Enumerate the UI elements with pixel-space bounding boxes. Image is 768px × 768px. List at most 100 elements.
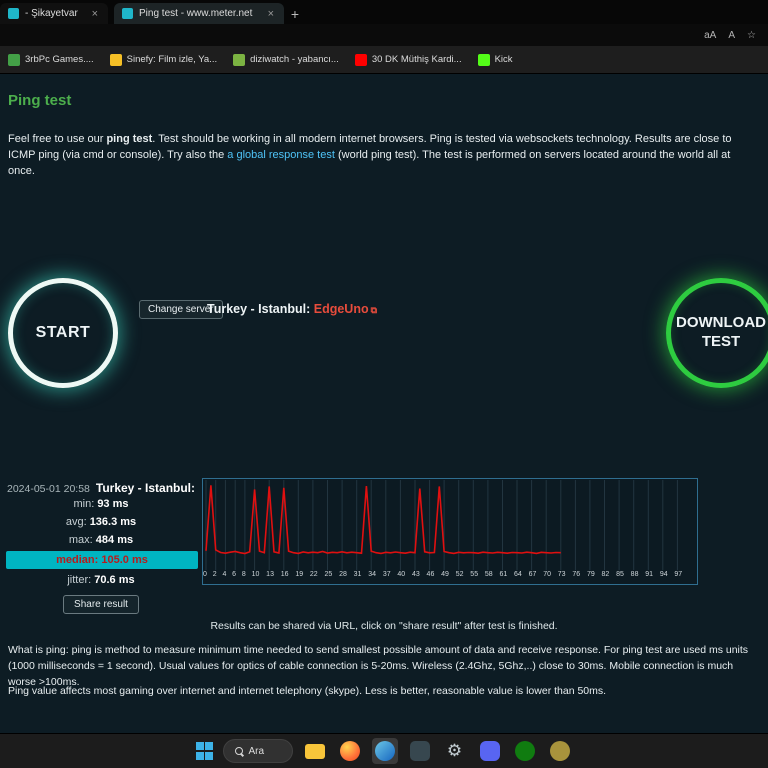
settings-icon[interactable]: ⚙ bbox=[442, 738, 468, 764]
external-link-icon: ⧉ bbox=[370, 305, 378, 315]
stat-label: min: bbox=[73, 498, 98, 510]
median-label: median: bbox=[56, 554, 99, 566]
what-is-ping-paragraph: What is ping: ping is method to measure … bbox=[8, 644, 749, 688]
tab-title: - Şikayetvar bbox=[25, 8, 78, 19]
stat-row: avg: 136.3 ms bbox=[0, 513, 202, 531]
share-result-button[interactable]: Share result bbox=[63, 595, 139, 614]
x-tick-label: 52 bbox=[455, 571, 464, 578]
bookmark-item[interactable]: 30 DK Müthiş Kardi... bbox=[354, 53, 462, 66]
stat-label: max: bbox=[68, 534, 96, 546]
stat-row: max: 484 ms bbox=[0, 531, 202, 549]
stat-rows: min: 93 ms avg: 136.3 ms max: 484 ms bbox=[0, 495, 202, 549]
ping-chart-xlabels: 0 2 4 6 8 10 13 16 19 22 25 28 31 34 37 40 43 46 49 52 55 58 6… bbox=[203, 570, 697, 583]
share-note: Results can be shared via URL, click on … bbox=[210, 620, 558, 632]
x-tick-label: 13 bbox=[266, 571, 274, 578]
intro-paragraph: Feel free to use our ping test. Test sho… bbox=[8, 132, 760, 180]
x-tick-label: 82 bbox=[601, 571, 610, 578]
stat-row: min: 93 ms bbox=[0, 495, 202, 513]
phone-link-icon[interactable] bbox=[407, 738, 433, 764]
tab-title: Ping test - www.meter.net bbox=[139, 8, 253, 19]
x-tick-label: 67 bbox=[528, 571, 537, 578]
bookmark-item[interactable]: 3rbPc Games.... bbox=[8, 53, 94, 66]
x-tick-label: 28 bbox=[339, 571, 347, 578]
x-tick-label: 2 bbox=[212, 571, 217, 578]
page-content: Ping test Feel free to use our ping test… bbox=[0, 74, 768, 733]
file-explorer-icon[interactable] bbox=[302, 738, 328, 764]
stat-label: avg: bbox=[65, 516, 90, 528]
tab-sikayetvar[interactable]: - Şikayetvar × bbox=[0, 3, 108, 24]
taskbar-search[interactable]: Ara bbox=[222, 739, 293, 763]
screen: - Şikayetvar × Ping test - www.meter.net… bbox=[0, 0, 768, 768]
bookmark-star-icon[interactable]: ☆ bbox=[747, 30, 756, 41]
global-response-test-link[interactable]: a global response test bbox=[227, 149, 335, 161]
bookmark-item[interactable]: Sinefy: Film izle, Ya... bbox=[109, 53, 218, 66]
x-tick-label: 6 bbox=[232, 571, 237, 578]
jitter-label: jitter: bbox=[67, 574, 92, 586]
tab-close-icon[interactable]: × bbox=[90, 8, 100, 20]
bookmark-favicon-icon bbox=[109, 53, 122, 66]
median-value: 105.0 ms bbox=[101, 554, 148, 566]
x-tick-label: 4 bbox=[222, 571, 227, 578]
download-test-button[interactable]: DOWNLOAD TEST bbox=[666, 278, 768, 388]
bookmark-label: diziwatch - yabancı... bbox=[250, 54, 339, 65]
x-tick-label: 8 bbox=[241, 571, 246, 578]
meter-favicon-icon bbox=[122, 8, 133, 19]
x-tick-label: 91 bbox=[645, 571, 654, 578]
x-tick-label: 25 bbox=[324, 571, 333, 578]
xbox-icon[interactable] bbox=[512, 738, 538, 764]
x-tick-label: 88 bbox=[630, 571, 639, 578]
x-tick-label: 37 bbox=[382, 571, 391, 578]
server-location-label: Turkey - Istanbul: bbox=[207, 302, 311, 316]
discord-icon[interactable] bbox=[477, 738, 503, 764]
x-tick-label: 43 bbox=[411, 571, 420, 578]
x-tick-label: 73 bbox=[557, 571, 566, 578]
ping-chart: 0 2 4 6 8 10 13 16 19 22 25 28 31 34 37 40 43 46 49 52 55 58 6… bbox=[202, 478, 698, 585]
text-zoom-icon[interactable]: aA bbox=[704, 30, 716, 41]
x-tick-label: 31 bbox=[353, 571, 362, 578]
server-provider-link[interactable]: EdgeUno bbox=[314, 302, 369, 316]
x-tick-label: 97 bbox=[674, 571, 683, 578]
x-tick-label: 49 bbox=[441, 571, 449, 578]
bookmark-label: 30 DK Müthiş Kardi... bbox=[371, 54, 462, 65]
edge-icon[interactable] bbox=[371, 738, 398, 764]
translate-icon[interactable]: A bbox=[728, 30, 735, 41]
result-header: 2024-05-01 20:58 Turkey - Istanbul: bbox=[0, 478, 202, 495]
tab-close-icon[interactable]: × bbox=[266, 8, 276, 20]
jitter-row: jitter: 70.6 ms bbox=[0, 571, 202, 589]
stat-value: 136.3 ms bbox=[89, 516, 137, 528]
x-tick-label: 34 bbox=[368, 571, 377, 578]
page-title: Ping test bbox=[8, 92, 72, 109]
x-tick-label: 19 bbox=[295, 571, 304, 578]
stat-value: 484 ms bbox=[95, 534, 134, 546]
tab-ping-test[interactable]: Ping test - www.meter.net × bbox=[114, 3, 284, 24]
bookmark-label: Sinefy: Film izle, Ya... bbox=[126, 54, 218, 65]
ping-value-paragraph: Ping value affects most gaming over inte… bbox=[8, 685, 607, 697]
start-test-button[interactable]: START bbox=[8, 278, 118, 388]
bookmark-item[interactable]: Kick bbox=[477, 53, 513, 66]
firefox-icon[interactable] bbox=[337, 738, 363, 764]
new-tab-button[interactable]: + bbox=[284, 3, 306, 24]
start-button[interactable] bbox=[195, 742, 214, 760]
x-tick-label: 70 bbox=[543, 571, 551, 578]
x-tick-label: 10 bbox=[251, 571, 260, 578]
results-panel: 2024-05-01 20:58 Turkey - Istanbul: min:… bbox=[0, 478, 202, 614]
intro-text: Feel free to use our bbox=[8, 133, 107, 145]
sikayetvar-favicon-icon bbox=[8, 8, 19, 19]
result-location: Turkey - Istanbul: bbox=[95, 481, 196, 495]
x-tick-label: 94 bbox=[659, 571, 668, 578]
x-tick-label: 85 bbox=[616, 571, 624, 578]
x-tick-label: 61 bbox=[499, 571, 508, 578]
opera-gx-icon[interactable] bbox=[547, 738, 573, 764]
x-tick-label: 22 bbox=[309, 571, 318, 578]
navigation-toolbar: aA A ☆ bbox=[0, 24, 768, 46]
x-tick-label: 0 bbox=[203, 571, 207, 578]
x-tick-label: 40 bbox=[397, 571, 406, 578]
x-tick-label: 55 bbox=[470, 571, 479, 578]
stat-value: 93 ms bbox=[97, 498, 129, 510]
median-row: median: 105.0 ms bbox=[6, 551, 198, 569]
x-tick-label: 64 bbox=[514, 571, 522, 578]
bookmark-favicon-icon bbox=[477, 53, 490, 66]
server-line: Turkey - Istanbul: EdgeUno ⧉ bbox=[207, 302, 377, 316]
x-tick-label: 58 bbox=[484, 571, 493, 578]
bookmark-item[interactable]: diziwatch - yabancı... bbox=[233, 53, 339, 66]
